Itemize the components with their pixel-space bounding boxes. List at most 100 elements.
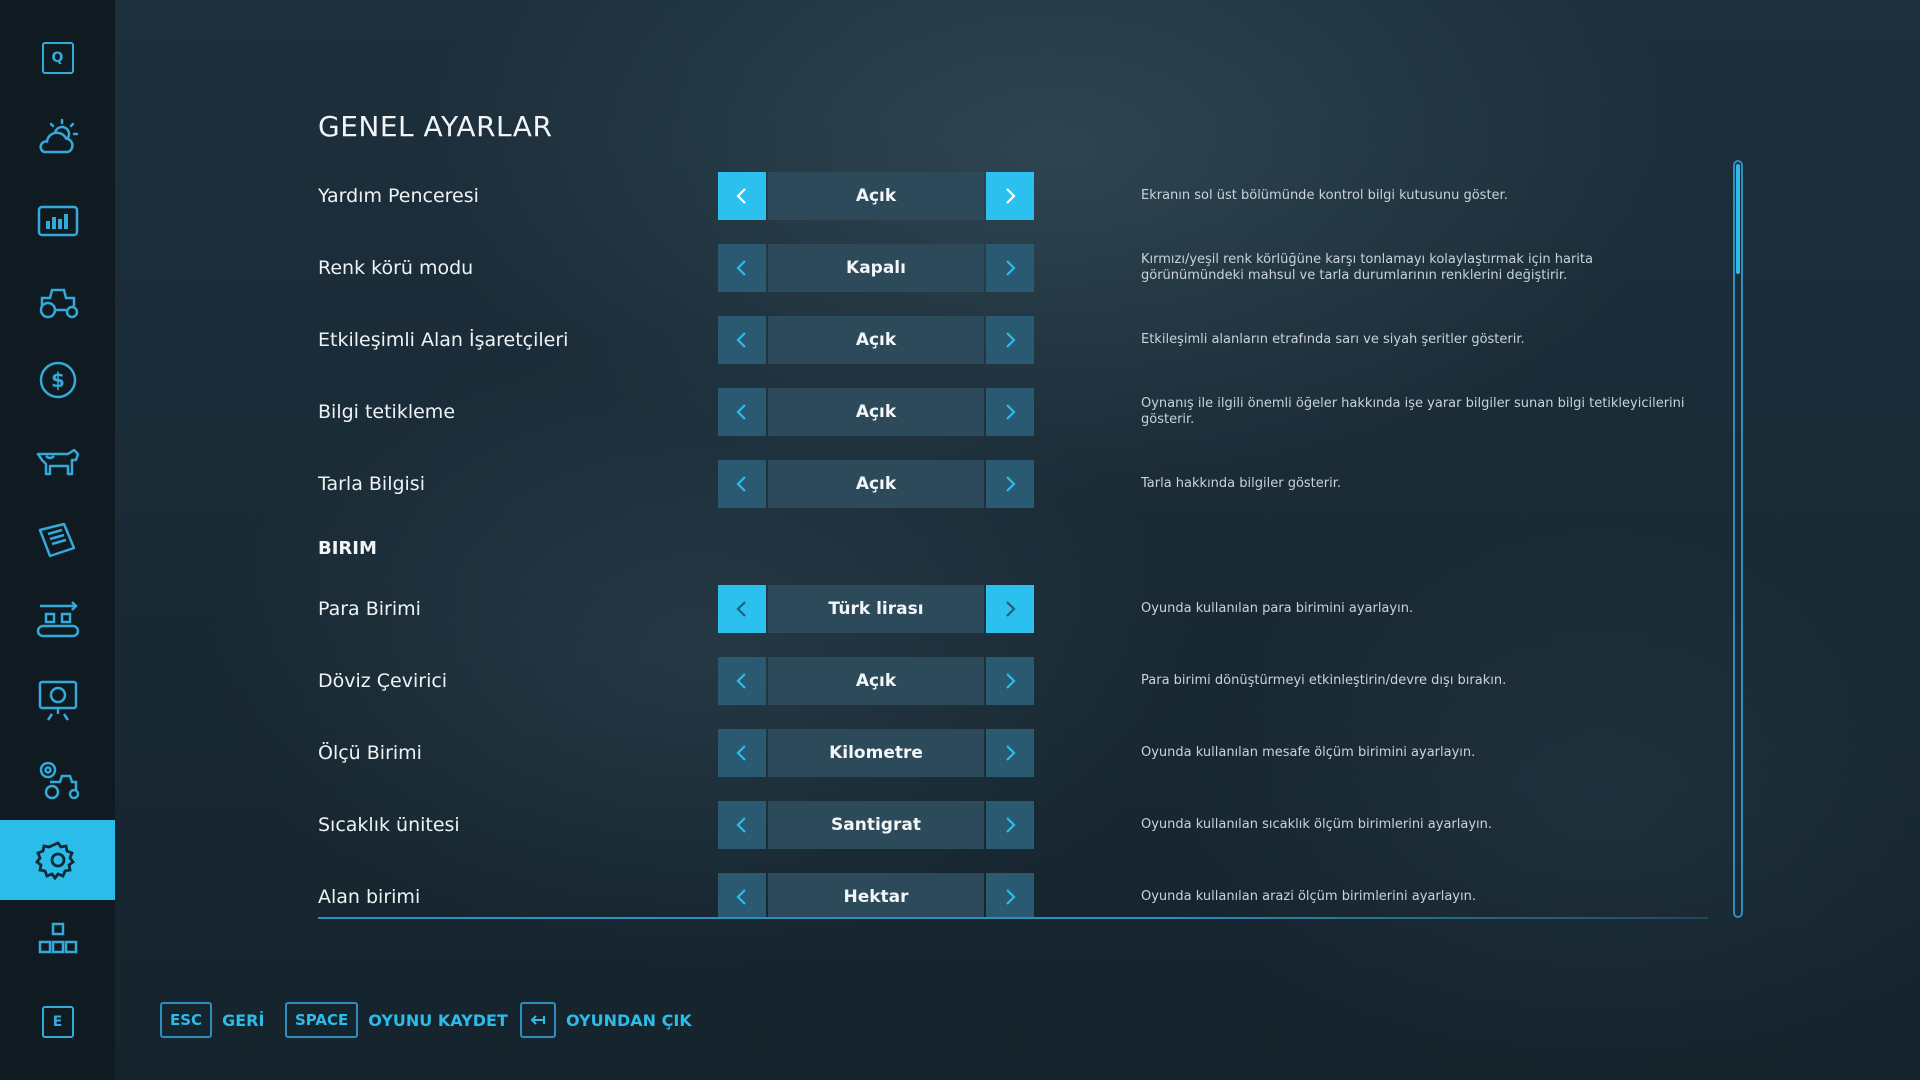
- option-value: Açık: [768, 316, 984, 364]
- sidebar-item-settings[interactable]: [0, 820, 115, 900]
- tutorial-icon: [38, 680, 77, 721]
- option-selector: Açık: [718, 172, 1034, 220]
- prev-option-button[interactable]: [718, 388, 766, 436]
- menu-next-key[interactable]: E: [0, 982, 115, 1062]
- next-option-button[interactable]: [986, 873, 1034, 918]
- next-option-button[interactable]: [986, 244, 1034, 292]
- scrollbar[interactable]: [1733, 160, 1743, 918]
- sidebar-item-statistics[interactable]: [0, 182, 115, 262]
- setting-description: Etkileşimli alanların etrafında sarı ve …: [1141, 332, 1525, 347]
- option-selector: Açık: [718, 460, 1034, 508]
- setting-row-currency: Para Birimi Türk lirası Oyunda kullanıla…: [318, 585, 1708, 633]
- space-key-icon: SPACE: [285, 1002, 359, 1038]
- option-selector: Santigrat: [718, 801, 1034, 849]
- sidebar-item-weather[interactable]: [0, 100, 115, 180]
- production-icon: [36, 601, 79, 638]
- prev-option-button[interactable]: [718, 316, 766, 364]
- mods-icon: [38, 922, 77, 954]
- chevron-left-icon: [736, 332, 746, 348]
- setting-label: Sıcaklık ünitesi: [318, 814, 460, 836]
- sidebar-item-vehicles[interactable]: [0, 262, 115, 342]
- contracts-icon: [38, 522, 75, 558]
- chevron-left-icon: [736, 404, 746, 420]
- setting-label: Etkileşimli Alan İşaretçileri: [318, 329, 569, 351]
- prev-option-button[interactable]: [718, 729, 766, 777]
- scrollbar-thumb[interactable]: [1736, 164, 1740, 274]
- prev-option-button[interactable]: [718, 801, 766, 849]
- chevron-left-icon: [736, 889, 746, 905]
- next-option-button[interactable]: [986, 585, 1034, 633]
- next-option-button[interactable]: [986, 801, 1034, 849]
- setting-row-help-window: Yardım Penceresi Açık Ekranın sol üst bö…: [318, 172, 1708, 220]
- option-value: Kapalı: [768, 244, 984, 292]
- save-game-action[interactable]: SPACE OYUNU KAYDET: [285, 1002, 508, 1038]
- setting-description: Oyunda kullanılan para birimini ayarlayı…: [1141, 601, 1414, 616]
- setting-description: Para birimi dönüştürmeyi etkinleştirin/d…: [1141, 673, 1507, 688]
- option-value: Açık: [768, 172, 984, 220]
- back-action[interactable]: ESC GERİ: [160, 1002, 264, 1038]
- menu-prev-key[interactable]: Q: [0, 18, 115, 98]
- chevron-left-icon: [736, 601, 746, 617]
- chevron-left-icon: [736, 476, 746, 492]
- option-selector: Türk lirası: [718, 585, 1034, 633]
- chevron-right-icon: [1006, 817, 1016, 833]
- sidebar-item-animals[interactable]: [0, 420, 115, 500]
- setting-row-temperature-unit: Sıcaklık ünitesi Santigrat Oyunda kullan…: [318, 801, 1708, 849]
- setting-row-interactive-markers: Etkileşimli Alan İşaretçileri Açık Etkil…: [318, 316, 1708, 364]
- next-option-button[interactable]: [986, 316, 1034, 364]
- setting-description: Tarla hakkında bilgiler gösterir.: [1141, 476, 1342, 491]
- chevron-right-icon: [1006, 745, 1016, 761]
- chevron-left-icon: [736, 745, 746, 761]
- next-option-button[interactable]: [986, 172, 1034, 220]
- prev-option-button[interactable]: [718, 657, 766, 705]
- prev-option-button[interactable]: [718, 172, 766, 220]
- option-selector: Kapalı: [718, 244, 1034, 292]
- option-value: Santigrat: [768, 801, 984, 849]
- statistics-icon: [37, 205, 78, 237]
- quit-game-action[interactable]: OYUNDAN ÇIK: [520, 1002, 692, 1038]
- sidebar: Q $ E: [0, 0, 115, 1080]
- animals-icon: [36, 448, 79, 476]
- quit-game-label: OYUNDAN ÇIK: [566, 1010, 692, 1030]
- sidebar-item-tutorial[interactable]: [0, 660, 115, 740]
- finances-icon: $: [39, 361, 76, 399]
- sidebar-item-finances[interactable]: $: [0, 340, 115, 420]
- sidebar-item-vehicle-settings[interactable]: [0, 740, 115, 820]
- option-selector: Hektar: [718, 873, 1034, 918]
- setting-description: Kırmızı/yeşil renk körlüğüne karşı tonla…: [1141, 252, 1593, 283]
- chevron-left-icon: [736, 673, 746, 689]
- option-selector: Açık: [718, 657, 1034, 705]
- next-option-button[interactable]: [986, 460, 1034, 508]
- prev-option-button[interactable]: [718, 585, 766, 633]
- next-option-button[interactable]: [986, 729, 1034, 777]
- prev-option-button[interactable]: [718, 460, 766, 508]
- page-title: GENEL AYARLAR: [318, 110, 553, 143]
- sidebar-item-mods[interactable]: [0, 900, 115, 980]
- chevron-right-icon: [1006, 260, 1016, 276]
- save-game-label: OYUNU KAYDET: [368, 1010, 508, 1030]
- chevron-right-icon: [1006, 332, 1016, 348]
- sidebar-item-production[interactable]: [0, 580, 115, 660]
- section-header-units: BIRIM: [318, 538, 377, 559]
- prev-option-button[interactable]: [718, 873, 766, 918]
- next-option-button[interactable]: [986, 657, 1034, 705]
- list-bottom-divider: [318, 917, 1708, 919]
- option-value: Açık: [768, 388, 984, 436]
- setting-description: Ekranın sol üst bölümünde kontrol bilgi …: [1141, 188, 1508, 203]
- option-value: Kilometre: [768, 729, 984, 777]
- next-option-button[interactable]: [986, 388, 1034, 436]
- sidebar-item-contracts[interactable]: [0, 500, 115, 580]
- prev-option-button[interactable]: [718, 244, 766, 292]
- setting-label: Para Birimi: [318, 598, 421, 620]
- chevron-right-icon: [1006, 601, 1016, 617]
- option-value: Açık: [768, 657, 984, 705]
- chevron-left-icon: [736, 260, 746, 276]
- chevron-right-icon: [1006, 673, 1016, 689]
- setting-description: Oyunda kullanılan mesafe ölçüm birimini …: [1141, 745, 1476, 760]
- setting-label: Renk körü modu: [318, 257, 474, 279]
- vehicle-settings-icon: [39, 761, 79, 800]
- tractor-icon: [39, 288, 78, 319]
- exit-arrow-icon: [520, 1002, 556, 1038]
- e-key-icon: E: [41, 1006, 74, 1038]
- setting-label: Döviz Çevirici: [318, 670, 448, 692]
